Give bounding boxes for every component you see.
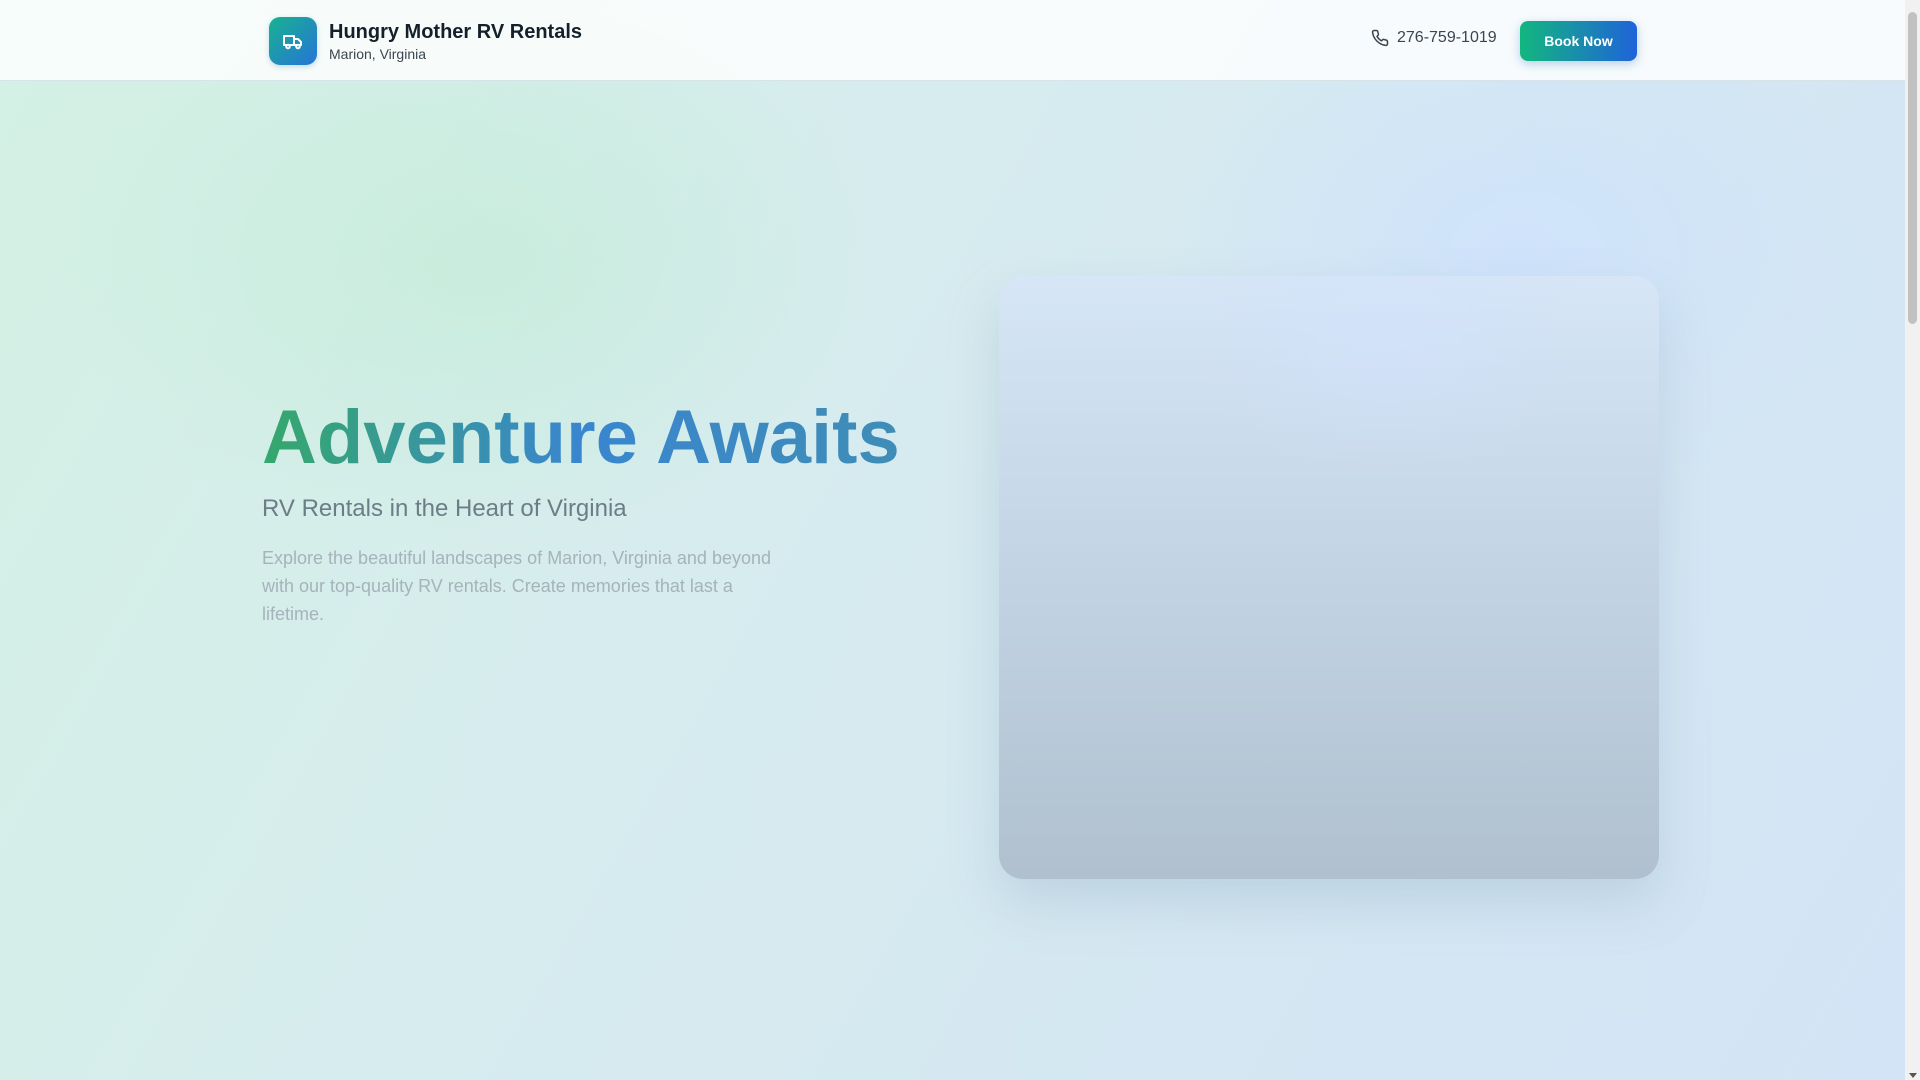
hero-image-card <box>999 276 1659 879</box>
book-now-button[interactable]: Book Now <box>1520 21 1637 61</box>
phone-icon <box>1371 29 1389 47</box>
phone-number: 276-759-1019 <box>1397 29 1497 46</box>
brand-name: Hungry Mother RV Rentals <box>329 21 582 43</box>
page-scrollbar[interactable] <box>1905 0 1920 1080</box>
scrollbar-thumb[interactable] <box>1908 12 1917 324</box>
brand-location: Marion, Virginia <box>329 46 427 62</box>
hero-subtitle: RV Rentals in the Heart of Virginia <box>262 495 627 522</box>
site-header: Hungry Mother RV Rentals Marion, Virgini… <box>0 0 1905 81</box>
brand[interactable]: Hungry Mother RV Rentals Marion, Virgini… <box>269 17 582 65</box>
phone-link[interactable]: 276-759-1019 <box>1371 29 1497 47</box>
brand-text: Hungry Mother RV Rentals Marion, Virgini… <box>329 19 582 63</box>
hero-title: Adventure Awaits <box>262 393 900 483</box>
scroll-down-icon[interactable] <box>1908 1073 1917 1078</box>
hero-description: Explore the beautiful landscapes of Mari… <box>262 548 772 624</box>
truck-icon <box>269 17 317 65</box>
